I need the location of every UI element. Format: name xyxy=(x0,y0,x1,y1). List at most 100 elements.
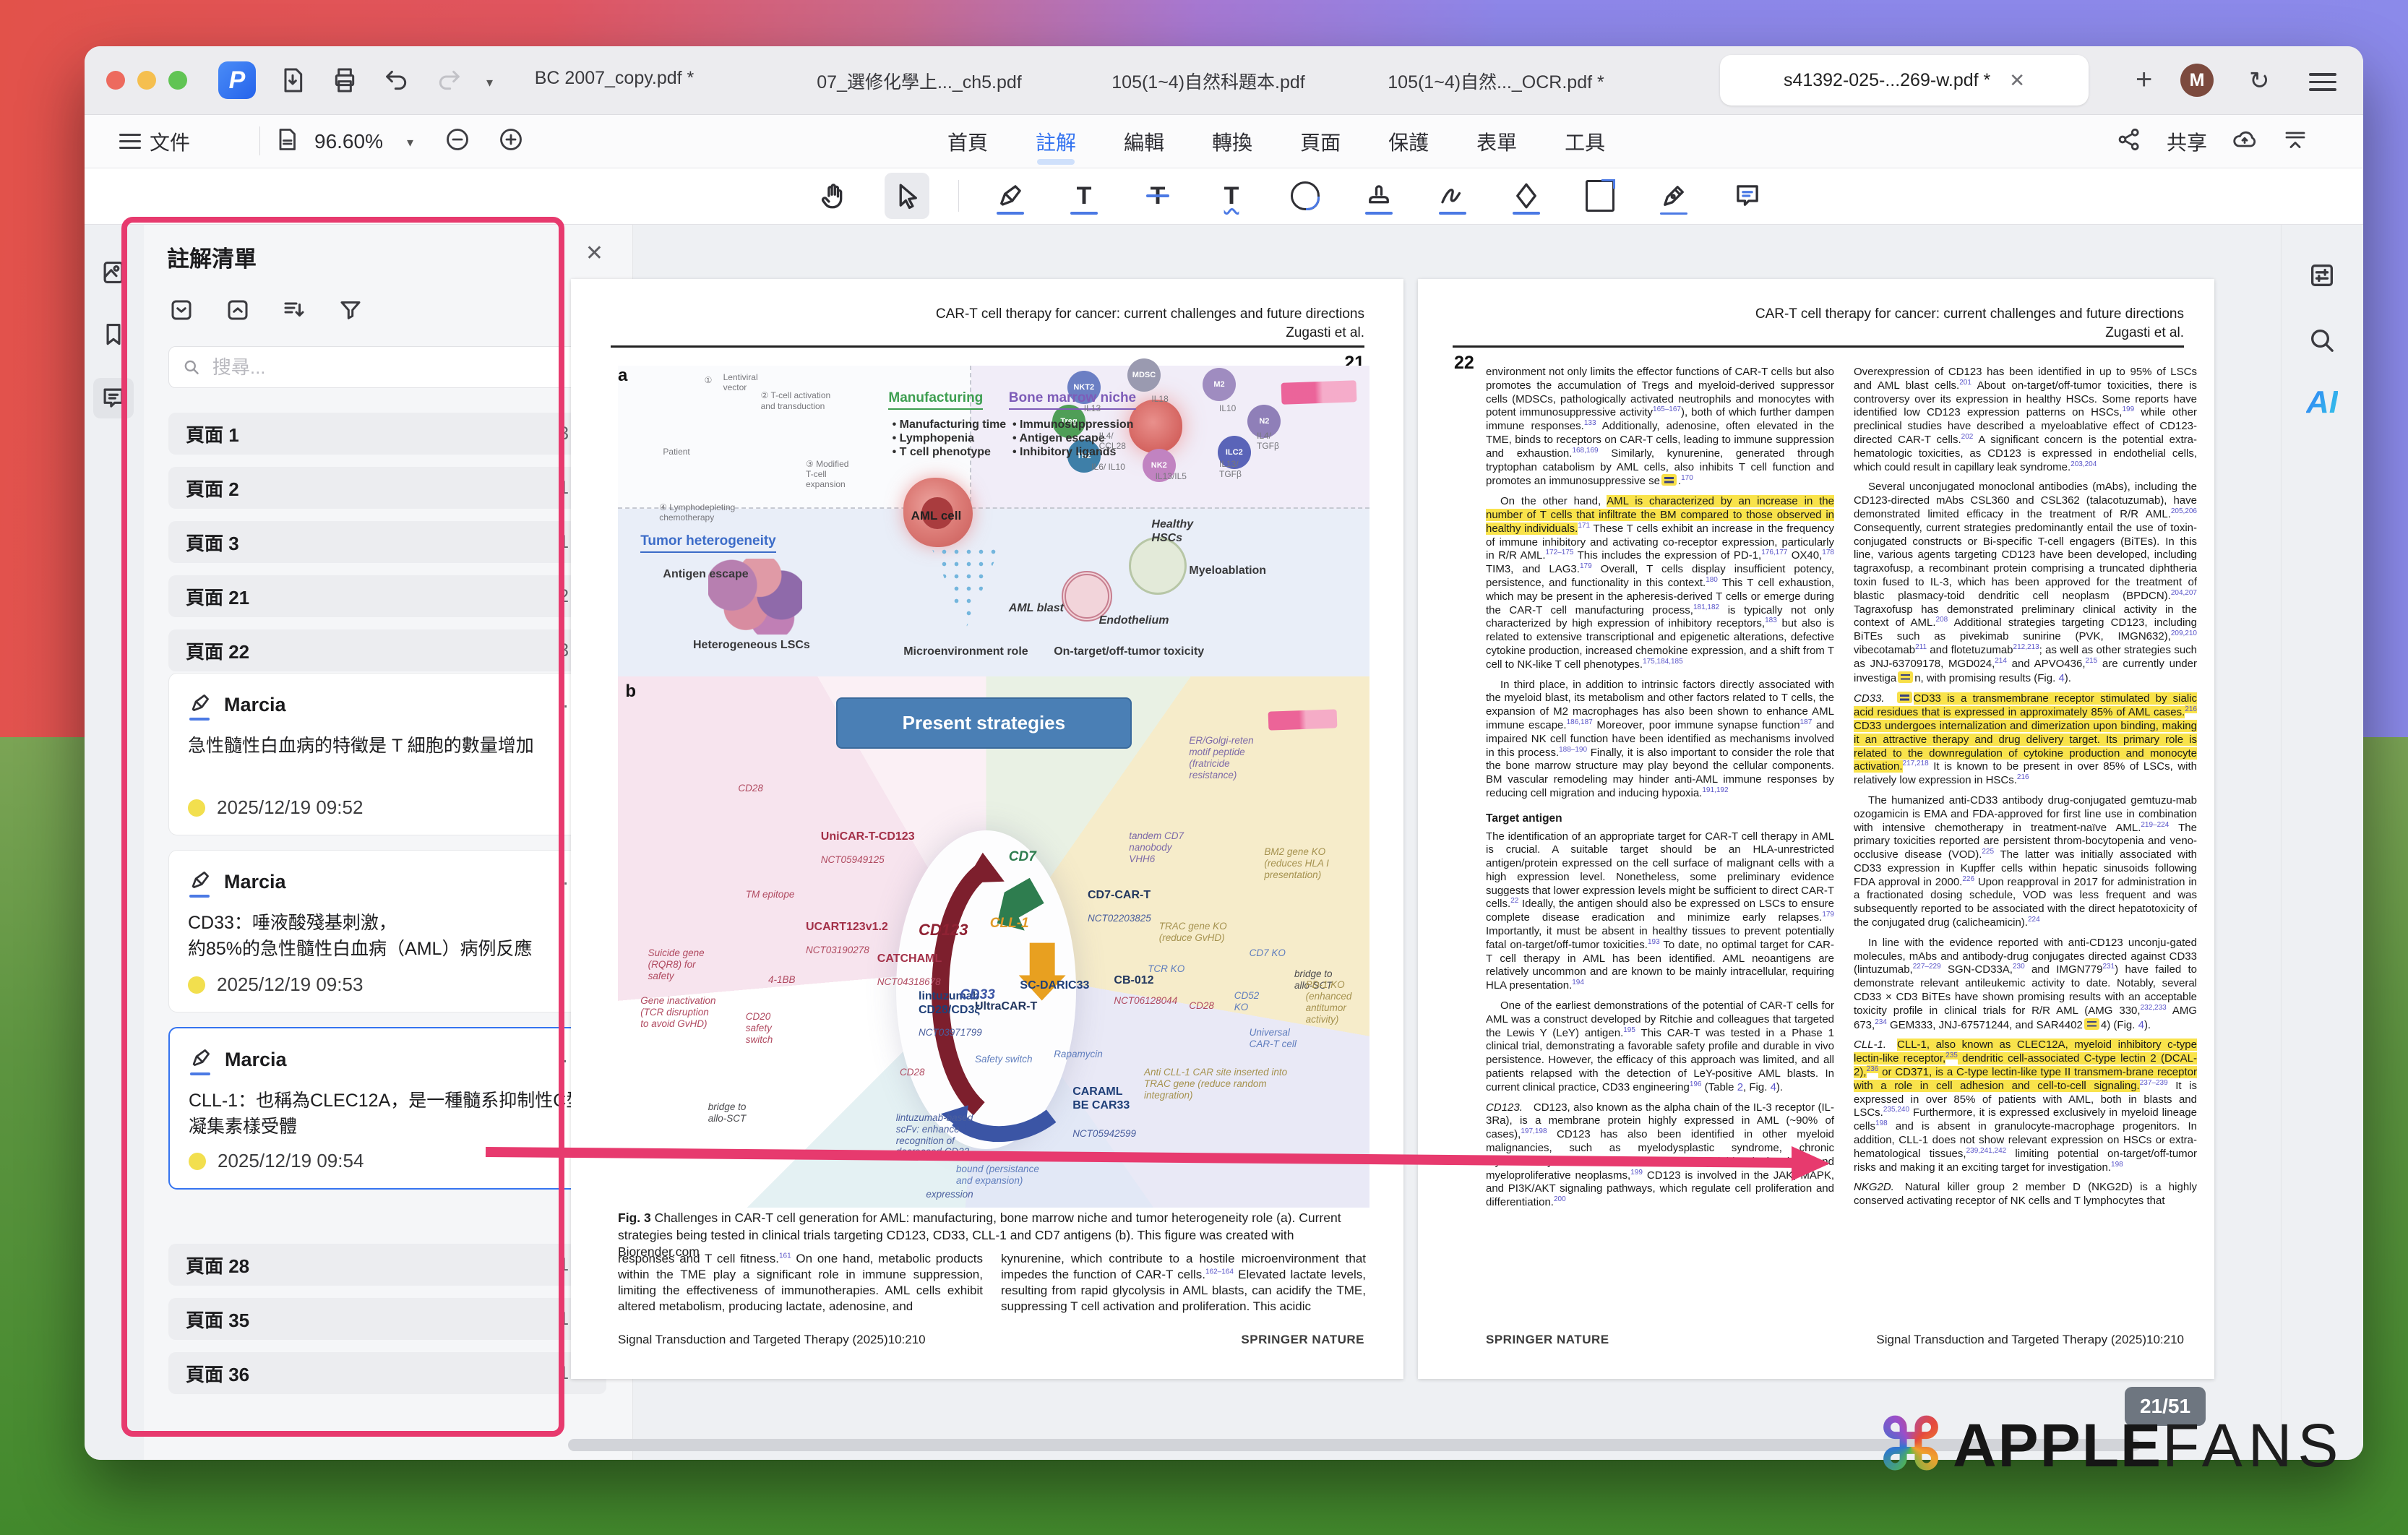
highlight-annotation-icon xyxy=(188,868,212,896)
figure-label: NCT05942599 xyxy=(1072,1128,1136,1140)
page-group-row[interactable]: 頁面 1 3 › xyxy=(168,413,606,455)
highlight-annotation-icon xyxy=(188,691,212,719)
active-document-tab[interactable]: s41392-025-...269-w.pdf * ✕ xyxy=(1720,55,2089,106)
page-group-row[interactable]: 頁面 28 1 › xyxy=(168,1244,606,1286)
cloud-upload-icon[interactable] xyxy=(2232,126,2258,156)
close-panel-icon[interactable]: ✕ xyxy=(585,241,603,266)
ribbon-menu-item[interactable]: 轉換 xyxy=(1212,127,1252,156)
rectangle-shape-tool[interactable] xyxy=(1578,173,1622,219)
search-document-icon[interactable] xyxy=(2302,320,2342,361)
figure-label: ③ Modified T-cell expansion xyxy=(806,459,848,489)
figure-label: TM epitope xyxy=(746,889,795,900)
squiggly-underline-tool[interactable]: T xyxy=(1209,173,1254,219)
figure-label: CARAMLBE CAR33 xyxy=(1072,1085,1130,1113)
figure-label: CD28 xyxy=(1189,1000,1214,1012)
figure-label: NCT02203825 xyxy=(1088,913,1151,924)
ai-assistant-icon[interactable]: AI xyxy=(2302,382,2342,423)
page-group-label: 頁面 22 xyxy=(186,637,559,664)
ribbon-menu-item[interactable]: 首頁 xyxy=(947,127,988,156)
ribbon-menu-item[interactable]: 保護 xyxy=(1388,127,1429,156)
collapse-all-icon[interactable] xyxy=(168,297,194,327)
page-group-row[interactable]: 頁面 22 3 › xyxy=(168,629,606,671)
figure-label: IL4/CCL28 xyxy=(1099,431,1126,451)
thumbnails-icon[interactable] xyxy=(93,252,134,293)
strikethrough-tool[interactable]: T xyxy=(1135,173,1180,219)
zoom-level[interactable]: 96.60% xyxy=(314,115,383,168)
figure-label: IL13/IL5 xyxy=(1156,471,1187,481)
zoom-in-icon[interactable] xyxy=(498,115,524,168)
underline-tool[interactable]: T xyxy=(1062,173,1106,219)
page-group-row[interactable]: 頁面 21 2 › xyxy=(168,575,606,617)
annotation-card[interactable]: Marcia ··· CD33：唾液酸殘基刺激，約85%的急性髓性白血病（AML… xyxy=(168,850,606,1012)
ribbon-menu-item[interactable]: 編輯 xyxy=(1124,127,1164,156)
close-tab-icon[interactable]: ✕ xyxy=(2009,69,2025,92)
ribbon-menu-item[interactable]: 註解 xyxy=(1036,127,1076,156)
annotation-card[interactable]: Marcia ··· CLL-1：也稱為CLEC12A，是一種髓系抑制性C型凝集… xyxy=(168,1027,606,1190)
page-group-list-top: 頁面 1 3 › 頁面 2 1 › 頁面 3 1 › 頁面 21 xyxy=(168,413,606,671)
document-tab[interactable]: BC 2007_copy.pdf * xyxy=(535,68,695,89)
new-tab-button[interactable]: + xyxy=(2136,64,2152,96)
history-dropdown-caret[interactable]: ▾ xyxy=(486,75,493,90)
share-icon[interactable] xyxy=(2116,126,2142,156)
diamond-shape-tool[interactable] xyxy=(1504,173,1549,219)
zoom-window-button[interactable] xyxy=(168,71,187,90)
annotation-panel: 註解清單 ✕ xyxy=(144,225,633,1460)
share-label[interactable]: 共享 xyxy=(2167,127,2207,156)
figure-label: Endothelium xyxy=(1099,614,1169,628)
page-group-row[interactable]: 頁面 2 1 › xyxy=(168,467,606,509)
filter-icon[interactable] xyxy=(337,297,364,327)
print-icon[interactable] xyxy=(330,66,359,95)
page-group-row[interactable]: 頁面 36 1 › xyxy=(168,1352,606,1394)
annotation-count: 1 xyxy=(559,1363,569,1384)
page-view-icon[interactable] xyxy=(274,115,300,168)
figure-label: CATCHAML xyxy=(877,953,942,966)
signature-tool[interactable] xyxy=(1430,173,1475,219)
account-avatar[interactable]: M xyxy=(2180,64,2214,97)
select-tool[interactable] xyxy=(885,173,929,219)
document-tab[interactable]: 105(1~4)自然科題本.pdf xyxy=(1111,68,1304,94)
bookmarks-icon[interactable] xyxy=(93,314,134,355)
file-menu-button[interactable]: 文件 xyxy=(119,115,190,168)
page-group-row[interactable]: 頁面 3 1 › xyxy=(168,521,606,563)
expand-all-icon[interactable] xyxy=(225,297,251,327)
ellipse-shape-tool[interactable] xyxy=(1283,173,1328,219)
figure-label: CD20safetyswitch xyxy=(746,1011,773,1046)
annotations-list-icon[interactable] xyxy=(93,378,134,418)
document-tab[interactable]: 105(1~4)自然..._OCR.pdf * xyxy=(1388,68,1604,94)
ribbon-menu-item[interactable]: 工具 xyxy=(1565,127,1605,156)
figure-label: CD52KO xyxy=(1234,990,1260,1013)
save-icon[interactable] xyxy=(278,66,307,95)
zoom-dropdown-caret[interactable]: ▾ xyxy=(407,135,413,150)
ribbon-menu-item[interactable]: 表單 xyxy=(1476,127,1517,156)
figure-label: IL13 xyxy=(1084,403,1101,413)
document-tab[interactable]: 07_選修化學上..._ch5.pdf xyxy=(817,68,1021,94)
search-input[interactable] xyxy=(211,356,593,379)
figure-label: lintuzumab-basedscFv: enhancerecognition… xyxy=(896,1112,973,1158)
sort-icon[interactable] xyxy=(281,297,307,327)
stamp-tool[interactable] xyxy=(1356,173,1401,219)
pen-tool[interactable] xyxy=(1651,173,1696,219)
panel-title: 註解清單 xyxy=(167,241,257,273)
collapse-toolbar-icon[interactable] xyxy=(2282,126,2308,156)
figure-label: CD123 xyxy=(919,921,968,940)
figure-label: Antigen escape xyxy=(663,568,748,582)
page-group-row[interactable]: 頁面 35 1 › xyxy=(168,1298,606,1340)
annotation-search[interactable] xyxy=(168,346,606,388)
undo-icon[interactable] xyxy=(382,66,411,95)
annotation-card[interactable]: Marcia ··· 急性髓性白血病的特徵是 T 細胞的數量增加 2025/12… xyxy=(168,673,606,835)
sync-icon[interactable]: ↻ xyxy=(2249,66,2270,95)
figure-label: BM2 gene KO(reduces HLA Ipresentation) xyxy=(1264,846,1329,881)
ribbon-menu-item[interactable]: 頁面 xyxy=(1300,127,1341,156)
figure-label: NCT05949125 xyxy=(821,854,885,866)
note-tool[interactable] xyxy=(1725,173,1770,219)
file-menu-icon xyxy=(119,129,141,153)
highlighter-tool[interactable] xyxy=(988,173,1033,219)
zoom-out-icon[interactable] xyxy=(444,115,470,168)
properties-panel-icon[interactable] xyxy=(2302,255,2342,296)
hand-tool[interactable] xyxy=(811,173,856,219)
main-toolbar: 文件 96.60% ▾ 首頁 註解 編輯 轉換 頁面 保護 表單 工具 xyxy=(85,115,2363,168)
minimize-window-button[interactable] xyxy=(137,71,156,90)
annotation-card-list: Marcia ··· 急性髓性白血病的特徵是 T 細胞的數量增加 2025/12… xyxy=(168,673,606,1190)
app-menu-icon[interactable] xyxy=(2309,68,2336,96)
close-window-button[interactable] xyxy=(106,71,125,90)
